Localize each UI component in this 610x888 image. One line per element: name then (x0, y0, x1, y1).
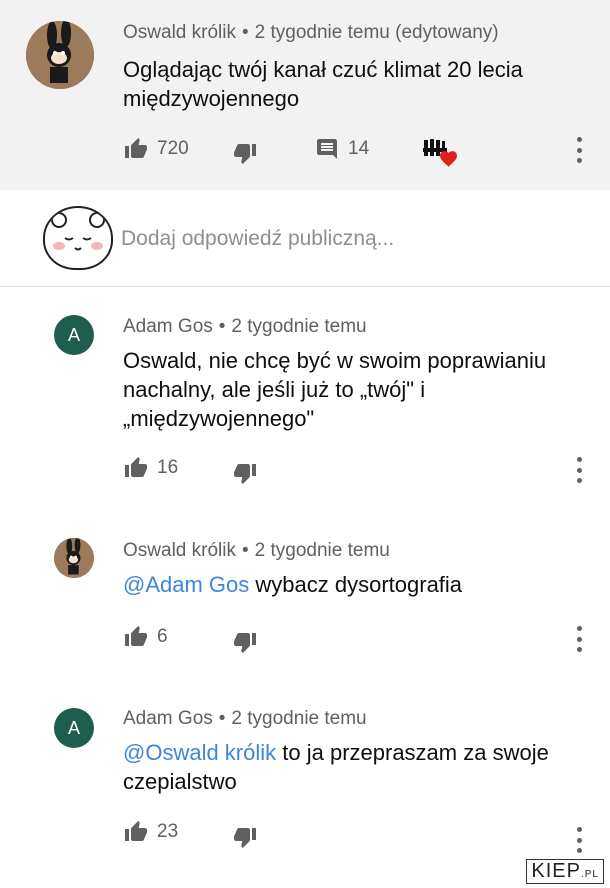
like-count: 16 (157, 457, 179, 478)
reply-time[interactable]: 2 tygodnie temu (231, 316, 366, 337)
thumb-down-icon (234, 464, 256, 484)
like-button[interactable]: 6 (123, 625, 168, 649)
thumb-up-icon (125, 138, 147, 158)
more-options-button[interactable] (574, 827, 584, 853)
creator-heart-icon (423, 139, 457, 167)
comment-icon (317, 139, 337, 159)
watermark-brand: KIEP (531, 860, 581, 882)
avatar-adam[interactable]: A (54, 315, 94, 355)
watermark-suffix: .PL (580, 869, 599, 880)
avatar-adam[interactable]: A (54, 708, 94, 748)
more-options-button[interactable] (574, 137, 584, 163)
user-avatar (43, 206, 113, 270)
creator-heart (422, 138, 458, 168)
rabbit-avatar-icon (54, 538, 94, 578)
meta-separator: • (218, 316, 226, 337)
reply-meta: Adam Gos • 2 tygodnie temu (123, 708, 367, 730)
thumb-up-icon (125, 457, 147, 477)
reply-text: Oswald, nie chcę być w swoim poprawianiu… (123, 346, 583, 433)
reply-text: @Adam Gos wybacz dysortografia (123, 570, 593, 599)
dislike-button[interactable] (232, 141, 258, 165)
reply-author[interactable]: Adam Gos (123, 708, 213, 729)
watermark-logo: KIEP.PL (526, 859, 604, 884)
comment-meta: Oswald królik • 2 tygodnie temu (edytowany… (123, 22, 499, 44)
reply-author[interactable]: Adam Gos (123, 316, 213, 337)
mention-link[interactable]: @Adam Gos (123, 572, 249, 597)
bear-avatar-icon (51, 212, 105, 251)
reply-body: wybacz dysortografia (255, 572, 463, 597)
dislike-button[interactable] (232, 630, 258, 654)
more-vert-icon (576, 457, 582, 462)
reply-time[interactable]: 2 tygodnie temu (255, 540, 390, 561)
more-vert-icon (576, 626, 582, 631)
thumb-down-icon (234, 144, 256, 164)
avatar-oswald[interactable] (54, 538, 94, 578)
dislike-button[interactable] (232, 461, 258, 485)
rabbit-avatar-icon (26, 21, 94, 89)
more-options-button[interactable] (574, 626, 584, 652)
reply-author[interactable]: Oswald królik (123, 540, 236, 561)
comment-author[interactable]: Oswald królik (123, 22, 236, 43)
reply-input[interactable]: Dodaj odpowiedź publiczną... (121, 227, 394, 251)
thumb-down-icon (234, 828, 256, 848)
comment-time[interactable]: 2 tygodnie temu (edytowany) (255, 22, 499, 43)
more-vert-icon (576, 827, 582, 832)
avatar-oswald[interactable] (26, 21, 94, 89)
like-count: 6 (157, 626, 168, 647)
dislike-button[interactable] (232, 825, 258, 849)
thumb-up-icon (125, 626, 147, 646)
like-count: 23 (157, 821, 179, 842)
divider (0, 286, 610, 287)
reply-time[interactable]: 2 tygodnie temu (231, 708, 366, 729)
like-button[interactable]: 23 (123, 820, 178, 844)
mention-link[interactable]: @Oswald królik (123, 740, 276, 765)
more-vert-icon (576, 137, 582, 142)
like-button[interactable]: 720 (123, 137, 189, 161)
more-options-button[interactable] (574, 457, 584, 483)
replies-count: 14 (348, 138, 370, 159)
meta-separator: • (241, 540, 249, 561)
like-button[interactable]: 16 (123, 456, 178, 480)
comment-text: Oglądając twój kanał czuć klimat 20 leci… (123, 57, 523, 111)
replies-button[interactable]: 14 (314, 137, 369, 161)
meta-separator: • (241, 22, 249, 43)
thumb-down-icon (234, 633, 256, 653)
like-count: 720 (157, 138, 189, 159)
reply-body: Oswald, nie chcę być w swoim poprawianiu… (123, 348, 547, 431)
reply-text: @Oswald królik to ja przepraszam za swoj… (123, 738, 593, 796)
reply-meta: Oswald królik • 2 tygodnie temu (123, 540, 390, 562)
meta-separator: • (218, 708, 226, 729)
thumb-up-icon (125, 821, 147, 841)
reply-meta: Adam Gos • 2 tygodnie temu (123, 316, 367, 338)
